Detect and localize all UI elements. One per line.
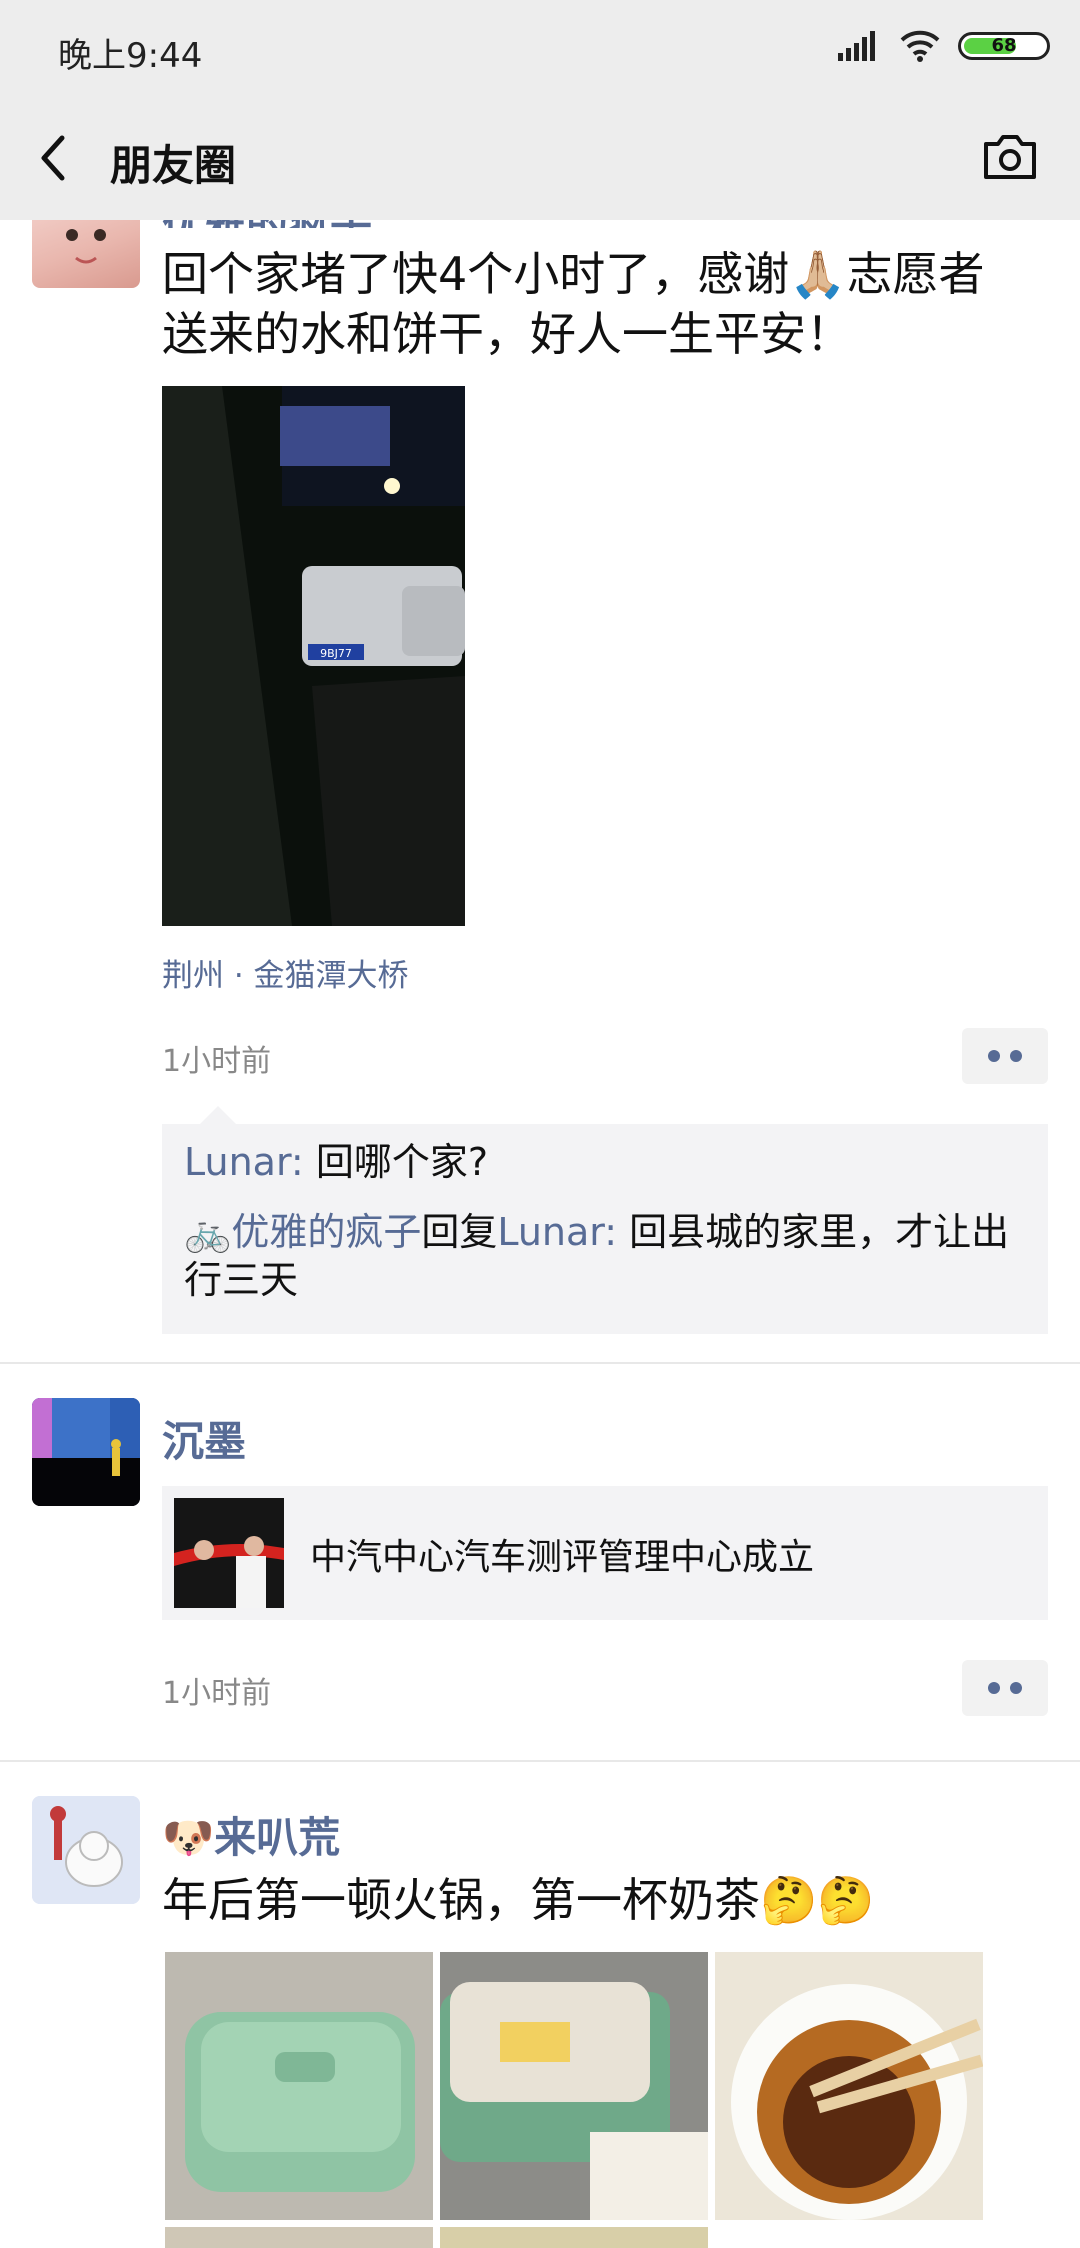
page-title: 朋友圈 bbox=[110, 141, 237, 190]
hotpot-cooking-image bbox=[440, 1952, 708, 2220]
avatar[interactable] bbox=[32, 220, 140, 288]
status-bar: 晚上9:44 68 bbox=[0, 0, 1080, 100]
post-time: 1小时前 bbox=[162, 1044, 272, 1079]
post-photo[interactable]: 9BJ77 bbox=[162, 386, 465, 926]
reply-word: 回复 bbox=[421, 1210, 498, 1254]
camera-icon[interactable] bbox=[980, 132, 1040, 182]
post-location[interactable]: 荆州 · 金猫潭大桥 bbox=[162, 950, 409, 995]
comment-author[interactable]: Lunar bbox=[184, 1140, 291, 1184]
license-plate: 9BJ77 bbox=[320, 647, 352, 660]
sheep-avatar-image bbox=[32, 1796, 140, 1904]
avatar[interactable] bbox=[32, 1398, 140, 1506]
post-photo[interactable] bbox=[165, 2227, 433, 2248]
post-photo[interactable] bbox=[715, 1952, 983, 2220]
dot-icon bbox=[988, 1682, 1000, 1694]
signal-icon bbox=[838, 31, 875, 61]
post-text: 年后第一顿火锅，第一杯奶茶🤔🤔 bbox=[162, 1873, 875, 1927]
night-traffic-image: 9BJ77 bbox=[162, 386, 465, 926]
comment-item[interactable]: Lunar: 回哪个家? bbox=[184, 1138, 1026, 1186]
post-photo[interactable] bbox=[165, 1952, 433, 2220]
more-actions-button[interactable] bbox=[962, 1660, 1048, 1716]
nav-bar: 朋友圈 bbox=[0, 100, 1080, 220]
comment-sep: : bbox=[604, 1210, 630, 1254]
comment-box: Lunar: 回哪个家? 🚲优雅的疯子回复Lunar: 回县城的家里，才让出行三… bbox=[162, 1124, 1048, 1334]
dot-icon bbox=[1010, 1050, 1022, 1062]
moment-post: 优雅的疯子 回个家堵了快4个小时了，感谢🙏🏼志愿者送来的水和饼干，好人一生平安！… bbox=[0, 220, 1080, 1366]
status-icons: 68 bbox=[838, 30, 1050, 62]
back-icon[interactable] bbox=[34, 128, 74, 188]
post-divider bbox=[0, 1760, 1080, 1762]
post-author-name[interactable]: 🐶来叭荒 bbox=[162, 1804, 340, 1865]
moments-feed[interactable]: 优雅的疯子 回个家堵了快4个小时了，感谢🙏🏼志愿者送来的水和饼干，好人一生平安！… bbox=[0, 220, 1080, 2248]
comment-author[interactable]: 🚲优雅的疯子 bbox=[184, 1210, 421, 1254]
dot-icon bbox=[988, 1050, 1000, 1062]
avatar[interactable] bbox=[32, 1796, 140, 1904]
battery-icon: 68 bbox=[958, 32, 1050, 60]
post-photo[interactable] bbox=[440, 2227, 708, 2248]
comment-sep: : bbox=[290, 1140, 316, 1184]
link-title: 中汽中心汽车测评管理中心成立 bbox=[310, 1537, 815, 1578]
dot-icon bbox=[1010, 1682, 1022, 1694]
moment-post: 沉墨 中汽中心汽车测评管理中心成立 1小时前 bbox=[0, 1366, 1080, 1764]
battery-text: 68 bbox=[991, 35, 1017, 56]
dipping-sauce-image bbox=[715, 1952, 983, 2220]
reply-to[interactable]: Lunar bbox=[497, 1210, 604, 1254]
comment-arrow bbox=[200, 1106, 236, 1124]
comment-text: 回哪个家? bbox=[315, 1140, 488, 1184]
more-actions-button[interactable] bbox=[962, 1028, 1048, 1084]
post-time: 1小时前 bbox=[162, 1676, 272, 1711]
post-author-name[interactable]: 沉墨 bbox=[162, 1408, 246, 1469]
post-photo[interactable] bbox=[440, 1952, 708, 2220]
link-thumbnail bbox=[174, 1498, 284, 1608]
avatar-face-image bbox=[66, 229, 106, 264]
post-text: 回个家堵了快4个小时了，感谢🙏🏼志愿者送来的水和饼干，好人一生平安！ bbox=[162, 247, 985, 361]
status-time: 晚上9:44 bbox=[58, 36, 203, 76]
ribbon-cutting-image bbox=[174, 1498, 284, 1608]
post-author-name[interactable]: 优雅的疯子 bbox=[162, 220, 372, 228]
moment-post: 🐶来叭荒 年后第一顿火锅，第一杯奶茶🤔🤔 bbox=[0, 1764, 1080, 2248]
avatar-image bbox=[32, 1398, 140, 1506]
shared-link-card[interactable]: 中汽中心汽车测评管理中心成立 bbox=[162, 1486, 1048, 1620]
wifi-icon bbox=[900, 30, 940, 62]
comment-item[interactable]: 🚲优雅的疯子回复Lunar: 回县城的家里，才让出行三天 bbox=[184, 1208, 1026, 1304]
hotpot-pot-image bbox=[165, 1952, 433, 2220]
post-divider bbox=[0, 1362, 1080, 1364]
